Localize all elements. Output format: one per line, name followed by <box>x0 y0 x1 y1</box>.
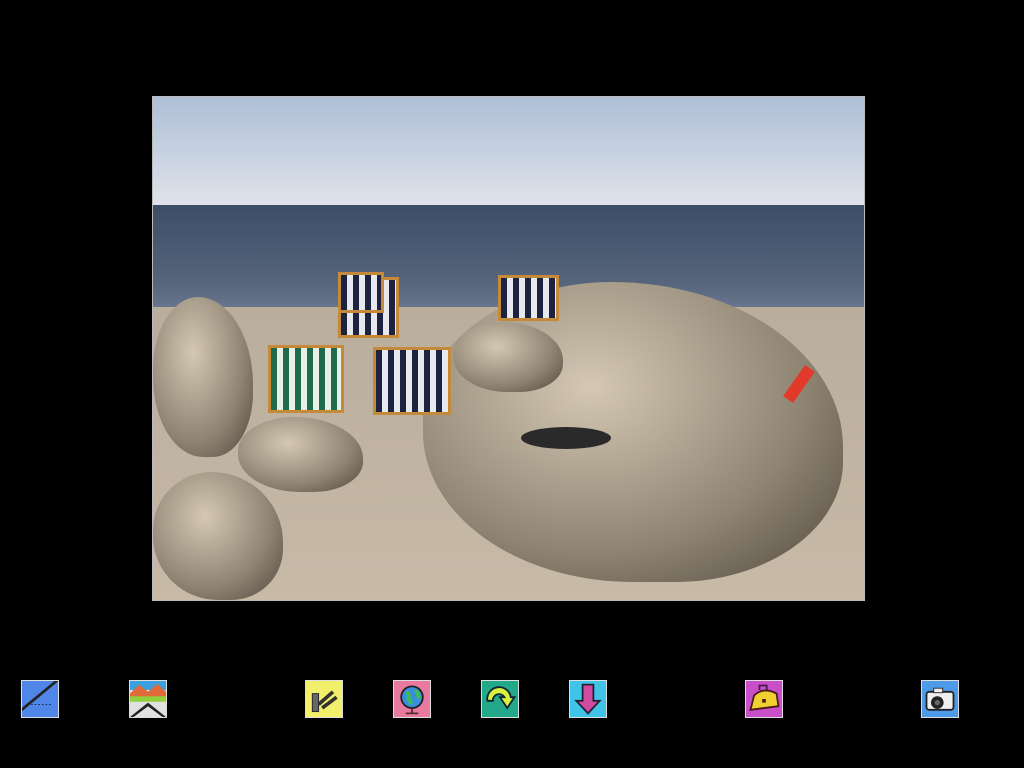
rotate-button[interactable] <box>481 680 519 718</box>
download-button[interactable] <box>569 680 607 718</box>
tools-icon <box>311 690 338 713</box>
rotate-arrow-icon <box>486 686 517 710</box>
toolbox-icon <box>749 684 780 711</box>
globe-button[interactable] <box>393 680 431 718</box>
photo-display <box>152 96 865 601</box>
photo-sky <box>153 97 864 205</box>
landscape-button[interactable] <box>129 680 167 718</box>
camera-button[interactable] <box>921 680 959 718</box>
notebook-pencil-icon <box>22 681 58 712</box>
toolbox-button[interactable] <box>745 680 783 718</box>
landscape-icon <box>130 681 166 717</box>
camera-icon <box>925 687 955 711</box>
globe-icon <box>400 685 424 715</box>
notebook-button[interactable] <box>21 680 59 718</box>
photo-chair <box>268 345 344 413</box>
photo-tire <box>521 427 611 449</box>
tools-button[interactable] <box>305 680 343 718</box>
photo-chair <box>498 275 559 321</box>
photo-chair <box>338 272 384 313</box>
photo-chair <box>373 347 451 415</box>
down-arrow-icon <box>574 683 602 715</box>
